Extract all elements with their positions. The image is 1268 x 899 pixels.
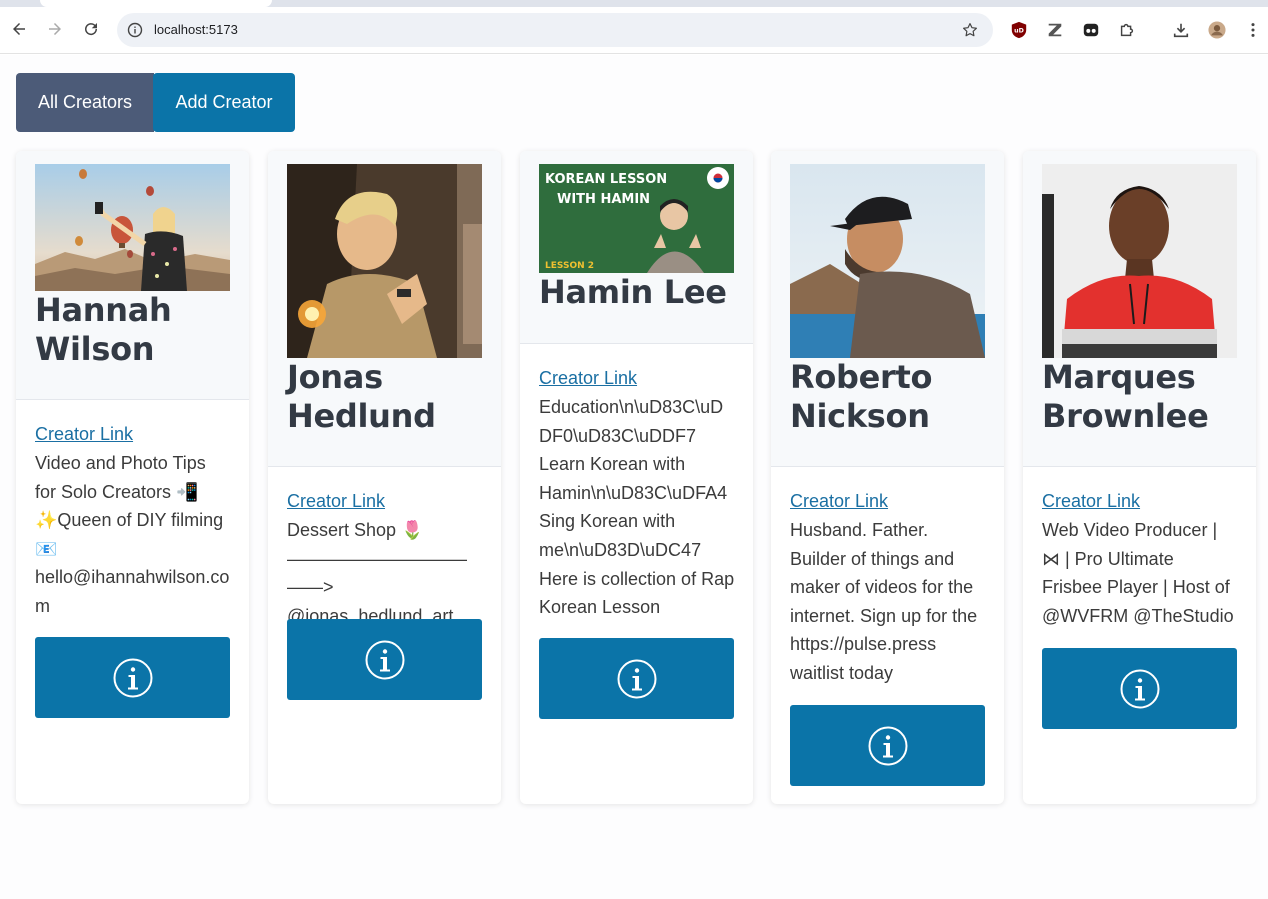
address-bar[interactable]: localhost:5173 bbox=[117, 13, 993, 47]
menu-dots-icon[interactable] bbox=[1243, 20, 1263, 40]
all-creators-button[interactable]: All Creators bbox=[16, 73, 154, 132]
creator-name: Hannah Wilson bbox=[35, 291, 172, 368]
creator-photo: KOREAN LESSON WITH HAMIN LESSON 2 bbox=[539, 164, 734, 273]
extension-icon[interactable] bbox=[1081, 20, 1101, 40]
profile-avatar-icon[interactable] bbox=[1207, 20, 1227, 40]
creator-link[interactable]: Creator Link bbox=[287, 490, 385, 512]
info-icon bbox=[365, 640, 404, 679]
info-icon bbox=[868, 726, 907, 765]
site-info-icon[interactable] bbox=[127, 22, 143, 38]
info-icon bbox=[1120, 669, 1159, 708]
creator-photo bbox=[287, 164, 482, 358]
reload-icon[interactable] bbox=[81, 19, 101, 39]
creator-photo bbox=[790, 164, 985, 358]
creator-card: KOREAN LESSON WITH HAMIN LESSON 2 Hamin … bbox=[520, 151, 753, 804]
puzzle-icon[interactable] bbox=[1117, 20, 1137, 40]
creator-photo bbox=[35, 164, 230, 291]
info-button[interactable] bbox=[35, 637, 230, 718]
creator-link[interactable]: Creator Link bbox=[539, 367, 637, 389]
svg-text:uD: uD bbox=[1014, 28, 1024, 35]
creator-name: Hamin Lee bbox=[539, 273, 727, 311]
zotero-icon[interactable] bbox=[1045, 20, 1065, 40]
creator-card: Jonas Hedlund Creator Link Dessert Shop … bbox=[268, 151, 501, 804]
info-button[interactable] bbox=[1042, 648, 1237, 729]
creator-link[interactable]: Creator Link bbox=[790, 490, 888, 512]
url-text: localhost:5173 bbox=[154, 22, 238, 37]
creator-description: Education\n\uD83C\uDDF0\uD83C\uDDF7 Lear… bbox=[539, 397, 735, 618]
creator-description: Dessert Shop 🌷 ————————————> @jonas_hedl… bbox=[287, 520, 467, 626]
ublock-icon[interactable]: uD bbox=[1009, 20, 1029, 40]
creator-card: Marques Brownlee Creator Link Web Video … bbox=[1023, 151, 1256, 804]
info-button[interactable] bbox=[287, 619, 482, 700]
thumbnail-lesson-tag: LESSON 2 bbox=[545, 261, 594, 271]
forward-icon[interactable] bbox=[45, 19, 65, 39]
tab-strip bbox=[0, 0, 1268, 7]
browser-toolbar: localhost:5173 uD bbox=[0, 7, 1268, 54]
info-icon bbox=[113, 658, 152, 697]
bookmark-star-icon[interactable] bbox=[961, 21, 979, 39]
download-icon[interactable] bbox=[1171, 20, 1191, 40]
creator-name: Roberto Nickson bbox=[790, 358, 933, 435]
info-button[interactable] bbox=[539, 638, 734, 719]
creator-description: Video and Photo Tips for Solo Creators 📲… bbox=[35, 453, 230, 616]
creator-link[interactable]: Creator Link bbox=[1042, 490, 1140, 512]
creator-card: Roberto Nickson Creator Link Husband. Fa… bbox=[771, 151, 1004, 804]
creator-card: Hannah Wilson Creator Link Video and Pho… bbox=[16, 151, 249, 804]
info-button[interactable] bbox=[790, 705, 985, 786]
active-tab[interactable] bbox=[40, 0, 272, 7]
creator-description: Web Video Producer | ⋈ | Pro Ultimate Fr… bbox=[1042, 520, 1234, 626]
add-creator-button[interactable]: Add Creator bbox=[153, 73, 295, 132]
creator-name: Jonas Hedlund bbox=[287, 358, 436, 435]
creator-name: Marques Brownlee bbox=[1042, 358, 1209, 435]
back-icon[interactable] bbox=[9, 19, 29, 39]
creator-description: Husband. Father. Builder of things and m… bbox=[790, 520, 978, 683]
thumbnail-title-line1: KOREAN LESSON bbox=[545, 172, 667, 187]
creator-link[interactable]: Creator Link bbox=[35, 423, 133, 445]
page-content: All Creators Add Creator Hannah Wilson C… bbox=[0, 55, 1268, 899]
info-icon bbox=[617, 659, 656, 698]
thumbnail-title-line2: WITH HAMIN bbox=[557, 192, 650, 207]
creator-photo bbox=[1042, 164, 1237, 358]
